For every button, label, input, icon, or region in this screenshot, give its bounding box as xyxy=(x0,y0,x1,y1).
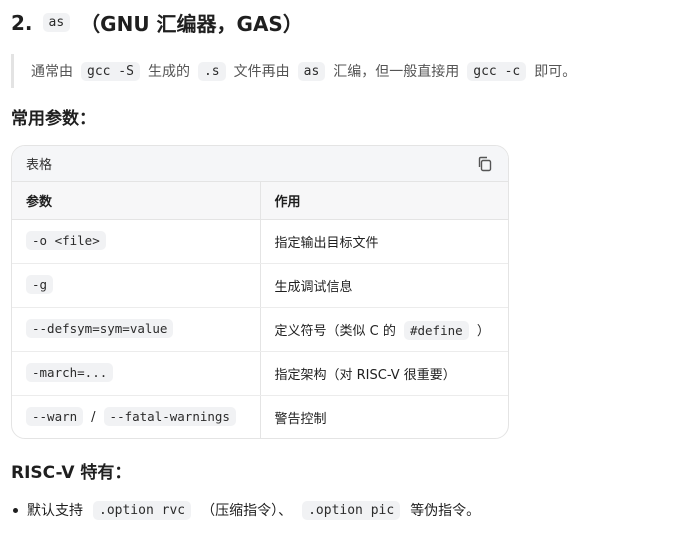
heading-title: （GNU 汇编器，GAS） xyxy=(80,12,303,36)
desc-text: 定义符号（类似 C 的 xyxy=(274,323,396,339)
list-text: （压缩指令）、 xyxy=(201,503,293,519)
params-heading: 常用参数： xyxy=(11,109,96,129)
inline-code: -march=... xyxy=(26,363,114,382)
table-row: --defsym=sym=value 定义符号（类似 C 的 #define ） xyxy=(12,307,508,352)
desc-cell: 指定输出目标文件 xyxy=(260,219,508,264)
heading-code: as xyxy=(42,13,71,32)
params-table: 参数 作用 -o <file> 指定输出目标文件 -g 生成调试信息 --def… xyxy=(12,182,508,438)
quote-text: 生成的 xyxy=(147,64,190,80)
inline-code: -g xyxy=(26,275,54,294)
desc-text: ） xyxy=(476,323,490,339)
param-cell: -o <file> xyxy=(12,219,261,264)
table-row: --warn / --fatal-warnings 警告控制 xyxy=(12,395,508,438)
list-item: 默认支持 .option rvc （压缩指令）、 .option pic 等伪指… xyxy=(11,500,480,520)
inline-code: #define xyxy=(403,320,469,340)
param-cell: --defsym=sym=value xyxy=(12,307,261,352)
bullet-dot xyxy=(13,507,18,513)
inline-code: as xyxy=(297,61,326,81)
column-header: 作用 xyxy=(260,182,508,220)
inline-code: --fatal-warnings xyxy=(103,407,236,427)
quote-text: 通常由 xyxy=(31,64,73,80)
riscv-heading: RISC-V 特有： xyxy=(11,463,132,483)
inline-code: .option rvc xyxy=(93,500,192,520)
inline-code: gcc -c xyxy=(467,61,527,81)
inline-code: gcc -S xyxy=(81,61,140,81)
section-heading: 2. as （GNU 汇编器，GAS） xyxy=(11,8,303,37)
param-cell: -g xyxy=(12,263,261,308)
desc-cell: 生成调试信息 xyxy=(260,263,508,308)
table-label: 表格 xyxy=(26,158,53,173)
copy-icon[interactable] xyxy=(476,155,494,173)
table-row: -g 生成调试信息 xyxy=(12,263,508,308)
desc-cell: 警告控制 xyxy=(274,411,327,427)
inline-code: --warn xyxy=(26,407,84,427)
desc-cell: 指定架构（对 RISC-V 很重要） xyxy=(260,351,508,396)
separator: / xyxy=(91,410,96,426)
list-text: 默认支持 xyxy=(27,503,83,519)
column-header: 参数 xyxy=(12,182,261,220)
params-table-card: 表格 参数 作用 -o <file> 指定输出目标文件 -g 生成调试信息 --… xyxy=(11,145,509,439)
param-cell: -march=... xyxy=(12,351,261,396)
table-row: -march=... 指定架构（对 RISC-V 很重要） xyxy=(12,351,508,396)
param-cell: --warn / --fatal-warnings xyxy=(12,395,261,438)
inline-code: .option pic xyxy=(302,500,401,520)
inline-code: -o <file> xyxy=(26,231,106,250)
quote-text: 即可。 xyxy=(534,64,577,80)
desc-cell: 定义符号（类似 C 的 #define ） xyxy=(260,307,508,352)
quote-text: 文件再由 xyxy=(233,64,290,80)
list-text: 等伪指令。 xyxy=(410,503,481,519)
inline-code: .s xyxy=(197,61,226,81)
heading-number: 2. xyxy=(11,10,33,35)
quote-text: 汇编，但一般直接用 xyxy=(333,64,460,80)
table-header-bar: 表格 xyxy=(12,146,508,182)
blockquote: 通常由 gcc -S 生成的 .s 文件再由 as 汇编，但一般直接用 gcc … xyxy=(11,54,576,88)
inline-code: --defsym=sym=value xyxy=(26,319,174,338)
table-header-row: 参数 作用 xyxy=(12,182,508,220)
table-row: -o <file> 指定输出目标文件 xyxy=(12,219,508,264)
